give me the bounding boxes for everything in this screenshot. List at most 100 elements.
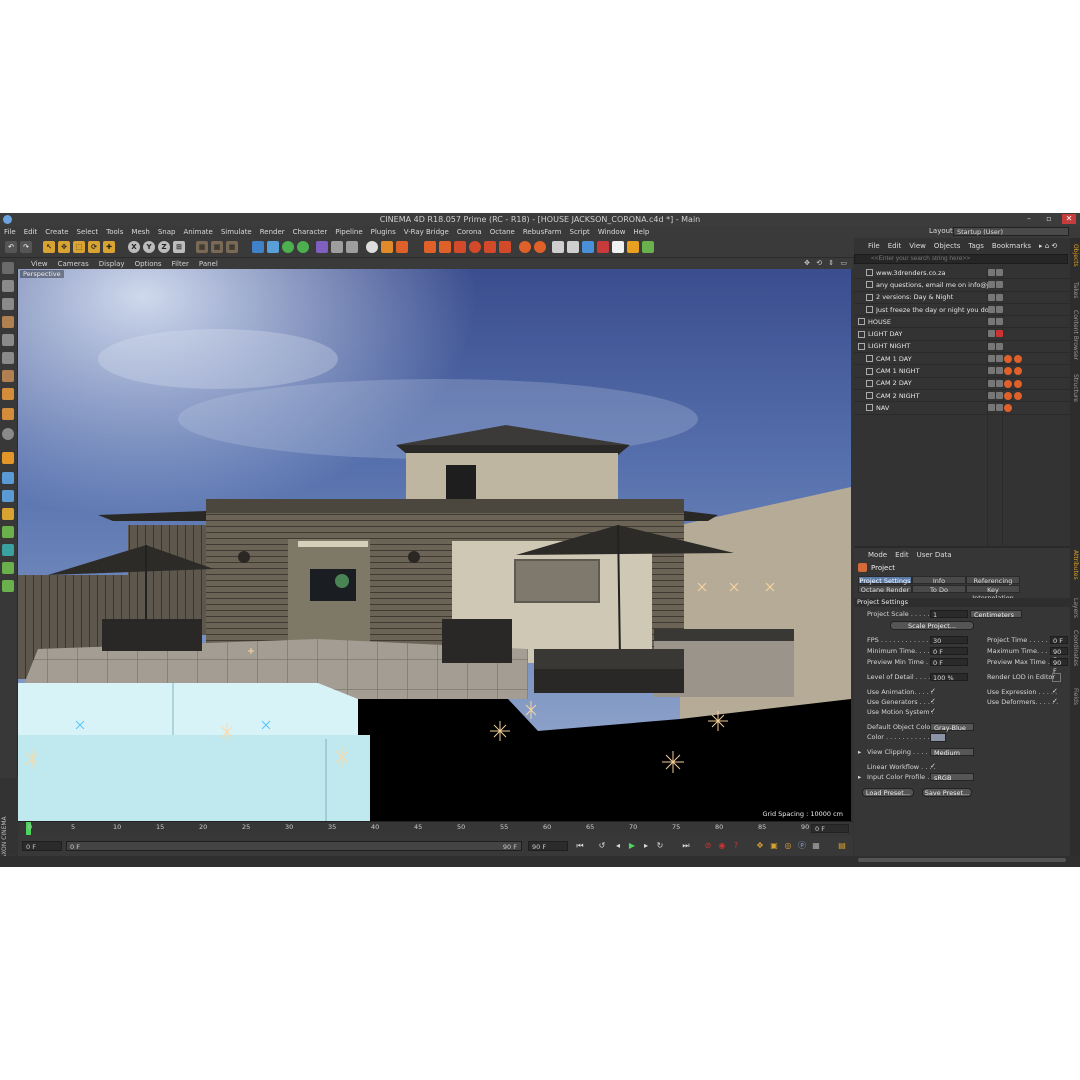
side-tab-layers[interactable]: Layers (1071, 598, 1079, 618)
protection-tag-icon[interactable] (1004, 379, 1012, 388)
tab-to-do[interactable]: To Do (912, 585, 966, 594)
make-editable-icon[interactable] (2, 262, 14, 274)
go-to-end-icon[interactable]: ⏭ (680, 840, 692, 852)
object-row[interactable]: NAV (854, 402, 1070, 415)
autokeying-icon[interactable]: ◉ (716, 840, 728, 852)
menu-mesh[interactable]: Mesh (127, 228, 153, 236)
attr-menu-mode[interactable]: Mode (854, 551, 891, 559)
object-tags[interactable] (1004, 391, 1022, 400)
timeline-ruler[interactable]: 0 5 10 15 20 25 30 35 40 45 50 55 60 65 … (18, 821, 853, 837)
object-row[interactable]: CAM 2 DAY (854, 378, 1070, 390)
start-frame-field[interactable]: 0 F (22, 841, 62, 851)
menu-corona[interactable]: Corona (453, 228, 486, 236)
corona-sun-icon[interactable] (519, 241, 531, 253)
expand-plus-icon[interactable] (858, 330, 865, 338)
pen-spline-icon[interactable] (267, 241, 279, 253)
solo-icon[interactable] (2, 452, 14, 464)
visibility-flags[interactable] (988, 342, 1003, 350)
corona-light-icon[interactable] (381, 241, 393, 253)
scale-project-button[interactable]: Scale Project... (890, 621, 974, 630)
undo-icon[interactable]: ↶ (5, 241, 17, 253)
menu-render[interactable]: Render (256, 228, 289, 236)
tab-octane-render[interactable]: Octane Render (858, 585, 912, 594)
default-object-color-dropdown[interactable]: Gray-Blue (930, 723, 974, 732)
side-tab-content-browser[interactable]: Content Browser (1071, 310, 1079, 360)
y-axis-lock-button[interactable]: Y (143, 241, 155, 253)
plugin-d-icon[interactable] (2, 544, 14, 556)
use-deformers-checkbox[interactable]: ✓ (1052, 698, 1059, 705)
om-menu-view[interactable]: View (905, 242, 930, 250)
viewport-navigation-icons[interactable]: ✥ ⟲ ⇕ ▭ (804, 259, 849, 267)
visibility-flags[interactable] (988, 379, 1003, 387)
menu-pipeline[interactable]: Pipeline (331, 228, 366, 236)
protection-tag-icon[interactable] (1004, 404, 1012, 413)
object-row[interactable]: LIGHT DAY (854, 328, 1070, 341)
camera-icon[interactable] (346, 241, 358, 253)
rebusfarm-icon[interactable] (582, 241, 594, 253)
close-button[interactable]: ✕ (1062, 214, 1076, 224)
om-nav-icons[interactable]: ▸ ⌂ ⟲ (1035, 242, 1061, 250)
side-tab-structure[interactable]: Structure (1071, 374, 1079, 402)
next-frame-icon[interactable]: ▸ (640, 840, 652, 852)
viewport-menu-options[interactable]: Options (130, 260, 167, 268)
max-time-input[interactable]: 90 F (1050, 647, 1068, 664)
object-row[interactable]: LIGHT NIGHT (854, 341, 1070, 354)
view-clipping-dropdown[interactable]: Medium (930, 748, 974, 757)
record-active-icon[interactable]: ⊘ (702, 840, 714, 852)
om-menu-bookmarks[interactable]: Bookmarks (988, 242, 1035, 250)
locked-workplane-icon[interactable] (2, 490, 14, 502)
object-row[interactable]: CAM 1 NIGHT (854, 365, 1070, 378)
corona-vfb-icon[interactable] (534, 241, 546, 253)
workplane-mode-icon[interactable] (2, 316, 14, 328)
light-icon[interactable] (366, 241, 378, 253)
object-tags[interactable] (1004, 404, 1012, 413)
visibility-flags[interactable] (988, 281, 1003, 289)
object-row[interactable]: CAM 1 DAY (854, 353, 1070, 366)
snap-icon[interactable] (2, 428, 14, 440)
viewport-menu-panel[interactable]: Panel (194, 260, 223, 268)
object-row[interactable]: HOUSE (854, 316, 1070, 329)
menu-octane[interactable]: Octane (486, 228, 519, 236)
menu-character[interactable]: Character (289, 228, 332, 236)
visibility-flags[interactable] (988, 404, 1003, 412)
object-row[interactable]: www.3drenders.co.za (854, 267, 1070, 280)
attr-menu-user-data[interactable]: User Data (913, 551, 956, 559)
plugin-c-icon[interactable] (2, 526, 14, 538)
preview-range-slider[interactable]: 0 F 90 F (66, 841, 522, 851)
side-tab-objects[interactable]: Objects (1071, 244, 1079, 267)
tweak-icon[interactable] (2, 408, 14, 420)
previous-key-icon[interactable]: ↺ (596, 840, 608, 852)
layout-dropdown[interactable]: Startup (User) (953, 227, 1069, 236)
viewport-menu-filter[interactable]: Filter (167, 260, 194, 268)
play-forward-icon[interactable]: ▶ (626, 840, 638, 852)
menu-script[interactable]: Script (566, 228, 594, 236)
perspective-viewport[interactable]: Perspective Grid Spacing : 10000 cm (18, 269, 851, 821)
workplane-icon[interactable] (2, 472, 14, 484)
x-axis-lock-button[interactable]: X (128, 241, 140, 253)
protection-tag-icon[interactable] (1004, 355, 1012, 364)
use-generators-checkbox[interactable]: ✓ (930, 698, 937, 705)
visibility-flags[interactable] (988, 293, 1003, 301)
floor-icon[interactable] (331, 241, 343, 253)
minimize-button[interactable]: – (1022, 214, 1036, 224)
menu-tools[interactable]: Tools (102, 228, 127, 236)
project-scale-unit-dropdown[interactable]: Centimeters (970, 610, 1022, 619)
viewport-menu-display[interactable]: Display (94, 260, 130, 268)
attribute-scrollbar[interactable] (858, 858, 1066, 862)
input-color-expand-icon[interactable]: ▸ (858, 773, 861, 781)
protection-tag-icon[interactable] (1004, 391, 1012, 400)
timeline-window-icon[interactable]: ▤ (836, 840, 848, 852)
om-menu-file[interactable]: File (854, 242, 884, 250)
subdivision-surface-icon[interactable] (282, 241, 294, 253)
maximize-button[interactable]: ▫ (1042, 214, 1056, 224)
points-mode-icon[interactable] (2, 334, 14, 346)
plugin-a-icon[interactable] (627, 241, 639, 253)
script-manager-icon[interactable] (597, 241, 609, 253)
parameter-key-icon[interactable]: ⓟ (796, 840, 808, 852)
vray-render-icon[interactable] (552, 241, 564, 253)
expand-plus-icon[interactable] (858, 342, 865, 350)
menu-window[interactable]: Window (594, 228, 630, 236)
rotation-key-icon[interactable]: ◎ (782, 840, 794, 852)
rebus-r-icon[interactable] (2, 508, 14, 520)
corona-camera-tag-icon[interactable] (1014, 379, 1022, 388)
